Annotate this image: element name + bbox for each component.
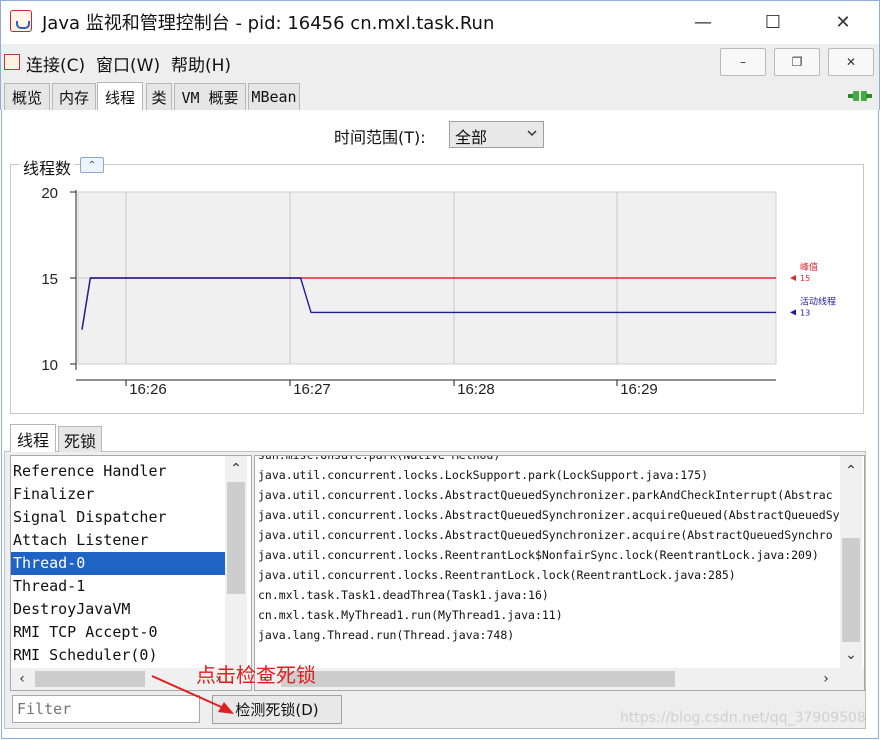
window-title: Java 监视和管理控制台 - pid: 16456 cn.mxl.task.R…	[42, 13, 495, 34]
document-icon	[4, 54, 20, 70]
x-tick-label: 16:29	[620, 381, 658, 398]
stack-frame-line: sun.misc.Unsafe.park(Native Method)	[258, 455, 501, 462]
stack-trace-panel[interactable]: sun.misc.Unsafe.park(Native Method) java.…	[254, 455, 865, 691]
thread-list-item[interactable]: RMI Scheduler(0)	[11, 644, 225, 667]
thread-list[interactable]: Reference Handler Finalizer Signal Dispatc…	[10, 455, 252, 691]
stack-frame-line: java.util.concurrent.locks.AbstractQueue…	[258, 508, 840, 522]
watermark: https://blog.csdn.net/qq_37909508	[620, 710, 866, 726]
scroll-thumb[interactable]	[842, 538, 860, 642]
y-tick-label: 15	[41, 271, 58, 288]
tab-classes[interactable]: 类	[146, 83, 172, 110]
tab-mbean[interactable]: MBean	[248, 83, 300, 110]
scroll-thumb[interactable]	[35, 671, 145, 687]
stack-frame-line: cn.mxl.task.MyThread1.run(MyThread1.java…	[258, 608, 563, 622]
stack-frame-line: java.util.concurrent.locks.LockSupport.p…	[258, 468, 709, 482]
thread-list-item[interactable]: Reference Handler	[11, 460, 225, 483]
x-tick-label: 16:26	[129, 381, 167, 398]
stack-frame-line: java.util.concurrent.locks.ReentrantLock…	[258, 548, 819, 562]
tab-overview[interactable]: 概览	[4, 83, 50, 110]
stack-frame-line: java.util.concurrent.locks.AbstractQueue…	[258, 488, 833, 502]
thread-list-item[interactable]: Thread-1	[11, 575, 225, 598]
stack-frame-line: java.util.concurrent.locks.ReentrantLock…	[258, 568, 736, 582]
scroll-up-icon[interactable]: ⌃	[840, 460, 862, 482]
thread-list-item[interactable]: Attach Listener	[11, 529, 225, 552]
chevron-up-icon[interactable]: ⌃	[80, 157, 104, 173]
time-range-label: 时间范围(T):	[334, 128, 426, 147]
scroll-up-icon[interactable]: ⌃	[225, 458, 247, 480]
legend-label: 活动线程	[800, 295, 836, 307]
stack-frame-line: java.lang.Thread.run(Thread.java:748)	[258, 628, 515, 642]
legend-value: 13	[800, 308, 810, 317]
scroll-thumb[interactable]	[281, 671, 675, 687]
thread-list-item[interactable]: RMI TCP Accept-0	[11, 621, 225, 644]
menu-window[interactable]: 窗口(W)	[96, 51, 160, 76]
chart-title: 线程数	[20, 155, 75, 179]
chevron-down-icon	[527, 130, 537, 137]
thread-count-chart: 20151016:26 16:27 16:28 16:29峰值15活动线程13	[41, 185, 836, 398]
menu-help[interactable]: 帮助(H)	[171, 51, 231, 76]
stack-frame-line: java.util.concurrent.locks.AbstractQueue…	[258, 528, 833, 542]
mdi-close-button[interactable]: ✕	[828, 48, 874, 76]
x-tick-label: 16:28	[457, 381, 495, 398]
series-marker	[790, 275, 796, 281]
x-tick-label: 16:27	[293, 381, 331, 398]
minimize-button[interactable]: —	[680, 6, 726, 38]
stack-hscroll[interactable]: ‹ ›	[255, 668, 864, 690]
legend-value: 15	[800, 274, 810, 283]
time-range-value: 全部	[455, 128, 488, 147]
close-button[interactable]: ✕	[820, 6, 866, 38]
series-marker	[790, 309, 796, 316]
stack-vscroll[interactable]: ⌃ ⌄	[840, 456, 862, 668]
time-range-select[interactable]: 全部	[449, 121, 544, 148]
thread-list-vscroll[interactable]: ⌃	[225, 456, 247, 668]
scroll-left-icon[interactable]: ‹	[11, 668, 33, 690]
java-app-icon	[10, 10, 32, 32]
mdi-minimize-button[interactable]: –	[720, 48, 766, 76]
thread-list-item[interactable]: DestroyJavaVM	[11, 598, 225, 621]
scroll-down-icon[interactable]: ⌄	[840, 644, 862, 666]
maximize-button[interactable]: ☐	[750, 6, 796, 38]
mdi-restore-button[interactable]: ❐	[774, 48, 820, 76]
annotation-arrow-icon	[151, 675, 234, 714]
tab-vm-summary[interactable]: VM 概要	[174, 83, 246, 110]
menu-connection[interactable]: 连接(C)	[26, 51, 85, 76]
y-tick-label: 20	[41, 185, 58, 202]
subtab-threads[interactable]: 线程	[10, 424, 56, 452]
stack-frame-line: cn.mxl.task.Task1.deadThrea(Task1.java:1…	[258, 588, 549, 602]
connection-status-icon	[848, 91, 872, 101]
tab-memory[interactable]: 内存	[52, 83, 96, 110]
scroll-right-icon[interactable]: ›	[815, 668, 837, 690]
tab-threads[interactable]: 线程	[97, 82, 143, 111]
scroll-thumb[interactable]	[227, 482, 245, 594]
legend-label: 峰值	[800, 261, 818, 273]
thread-list-item[interactable]: Signal Dispatcher	[11, 506, 225, 529]
thread-list-item[interactable]: Thread-0	[11, 552, 225, 575]
subtab-deadlock[interactable]: 死锁	[58, 426, 102, 452]
thread-list-item[interactable]: Finalizer	[11, 483, 225, 506]
y-tick-label: 10	[41, 357, 58, 374]
